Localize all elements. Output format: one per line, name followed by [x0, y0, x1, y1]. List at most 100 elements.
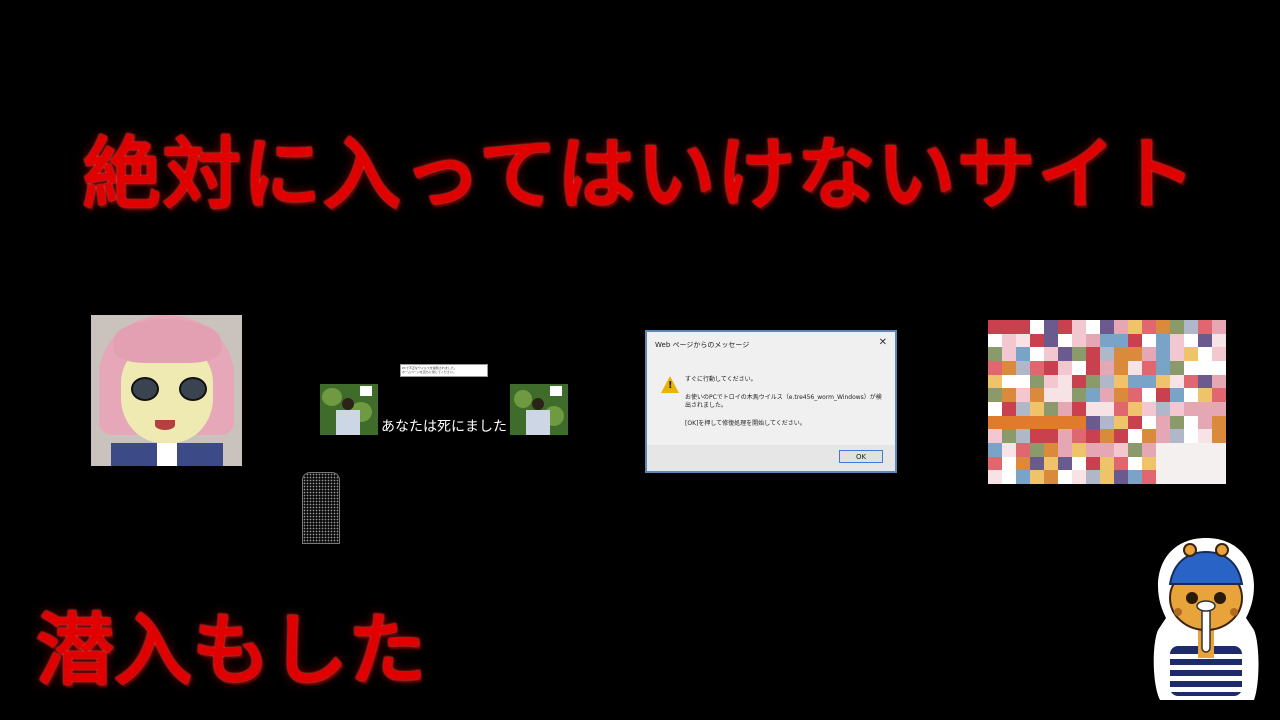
- mosaic-pixel: [1086, 470, 1100, 484]
- mosaic-pixel: [1128, 374, 1142, 389]
- mosaic-pixel: [1030, 333, 1044, 348]
- mosaic-pixel: [1100, 470, 1114, 484]
- mosaic-pixel: [1016, 429, 1030, 443]
- mosaic-pixel: [1142, 456, 1156, 471]
- mosaic-pixel: [1114, 415, 1128, 430]
- mosaic-pixel: [1030, 347, 1044, 361]
- mosaic-pixel: [1002, 333, 1016, 348]
- mosaic-pixel: [1058, 442, 1072, 457]
- mosaic-pixel: [1044, 333, 1058, 348]
- mosaic-pixel: [1002, 320, 1016, 334]
- mosaic-pixel: [1156, 401, 1170, 416]
- mosaic-pixel: [1128, 347, 1142, 361]
- dialog-message-line: すぐに行動してください。: [685, 376, 757, 383]
- mosaic-pixel: [1212, 388, 1226, 402]
- mosaic-pixel: [1198, 456, 1212, 471]
- mosaic-pixel: [1100, 347, 1114, 361]
- mosaic-pixel: [1086, 442, 1100, 457]
- mosaic-pixel: [1142, 320, 1156, 334]
- mosaic-pixel: [1128, 470, 1142, 484]
- mosaic-pixel: [1170, 360, 1184, 375]
- mini-notice: PCで不正なウイルスを検知されました。 ホームページを直ちに閉じてください。: [400, 364, 488, 377]
- mosaic-pixel: [1086, 401, 1100, 416]
- close-icon[interactable]: ✕: [879, 337, 887, 348]
- mosaic-pixel: [1086, 429, 1100, 443]
- mosaic-pixel: [1170, 374, 1184, 389]
- you-died-caption: あなたは死にました: [381, 419, 507, 435]
- mosaic-pixel: [988, 374, 1002, 389]
- mosaic-pixel: [988, 456, 1002, 471]
- mosaic-pixel: [1086, 320, 1100, 334]
- mosaic-pixel: [1212, 470, 1226, 484]
- mosaic-pixel: [1198, 347, 1212, 361]
- dialog-footer: OK: [647, 445, 895, 471]
- mosaic-pixel: [1170, 347, 1184, 361]
- mosaic-pixel: [1044, 360, 1058, 375]
- mosaic-pixel: [1212, 456, 1226, 471]
- mosaic-pixel: [1044, 456, 1058, 471]
- mosaic-pixel: [1184, 333, 1198, 348]
- mosaic-pixel: [1072, 388, 1086, 402]
- mosaic-pixel: [1058, 320, 1072, 334]
- mosaic-pixel: [1184, 320, 1198, 334]
- mosaic-pixel: [1072, 333, 1086, 348]
- mosaic-pixel: [1072, 347, 1086, 361]
- mosaic-pixel: [1142, 429, 1156, 443]
- mosaic-pixel: [1072, 374, 1086, 389]
- mosaic-pixel: [1002, 442, 1016, 457]
- mosaic-pixel: [1100, 401, 1114, 416]
- mosaic-pixel: [988, 415, 1002, 430]
- mosaic-pixel: [1114, 429, 1128, 443]
- mosaic-pixel: [1058, 374, 1072, 389]
- video-subtitle: 潜入もした: [36, 605, 427, 696]
- mosaic-pixel: [1016, 374, 1030, 389]
- mosaic-pixel: [1086, 456, 1100, 471]
- mosaic-pixel: [1058, 401, 1072, 416]
- mosaic-pixel: [1086, 347, 1100, 361]
- mosaic-pixel: [1170, 470, 1184, 484]
- mosaic-pixel: [1156, 320, 1170, 334]
- mosaic-pixel: [1072, 456, 1086, 471]
- mosaic-pixel: [1114, 470, 1128, 484]
- mosaic-pixel: [1114, 456, 1128, 471]
- mosaic-pixel: [1072, 320, 1086, 334]
- mosaic-pixel: [1142, 333, 1156, 348]
- mosaic-pixel: [1142, 442, 1156, 457]
- pixelated-website-image: [988, 320, 1226, 484]
- mosaic-pixel: [1100, 429, 1114, 443]
- mosaic-pixel: [1002, 456, 1016, 471]
- mosaic-pixel: [1128, 442, 1142, 457]
- mosaic-pixel: [1072, 470, 1086, 484]
- mosaic-pixel: [1016, 360, 1030, 375]
- mosaic-pixel: [1128, 333, 1142, 348]
- mosaic-pixel: [1170, 320, 1184, 334]
- mosaic-pixel: [1212, 360, 1226, 375]
- mosaic-pixel: [1156, 333, 1170, 348]
- mosaic-pixel: [1030, 415, 1044, 430]
- mosaic-pixel: [1142, 374, 1156, 389]
- mosaic-pixel: [1198, 388, 1212, 402]
- mosaic-pixel: [1030, 320, 1044, 334]
- mosaic-pixel: [1044, 320, 1058, 334]
- mosaic-pixel: [1044, 442, 1058, 457]
- mosaic-pixel: [1142, 470, 1156, 484]
- mosaic-pixel: [1156, 415, 1170, 430]
- mosaic-pixel: [1030, 360, 1044, 375]
- mosaic-pixel: [1058, 470, 1072, 484]
- mosaic-pixel: [1184, 429, 1198, 443]
- mosaic-pixel: [1044, 429, 1058, 443]
- mosaic-pixel: [1016, 442, 1030, 457]
- photo-left: [320, 384, 378, 435]
- you-died-panel: PCで不正なウイルスを検知されました。 ホームページを直ちに閉じてください。 あ…: [320, 364, 568, 436]
- mosaic-pixel: [1100, 442, 1114, 457]
- mosaic-pixel: [988, 320, 1002, 334]
- mosaic-pixel: [1198, 401, 1212, 416]
- ok-button[interactable]: OK: [839, 450, 883, 463]
- mosaic-pixel: [1128, 388, 1142, 402]
- mosaic-pixel: [1198, 470, 1212, 484]
- mosaic-pixel: [1016, 415, 1030, 430]
- mosaic-pixel: [1002, 470, 1016, 484]
- mosaic-pixel: [1198, 429, 1212, 443]
- mosaic-pixel: [1016, 347, 1030, 361]
- dialog-message-line: 出されました。: [685, 402, 728, 409]
